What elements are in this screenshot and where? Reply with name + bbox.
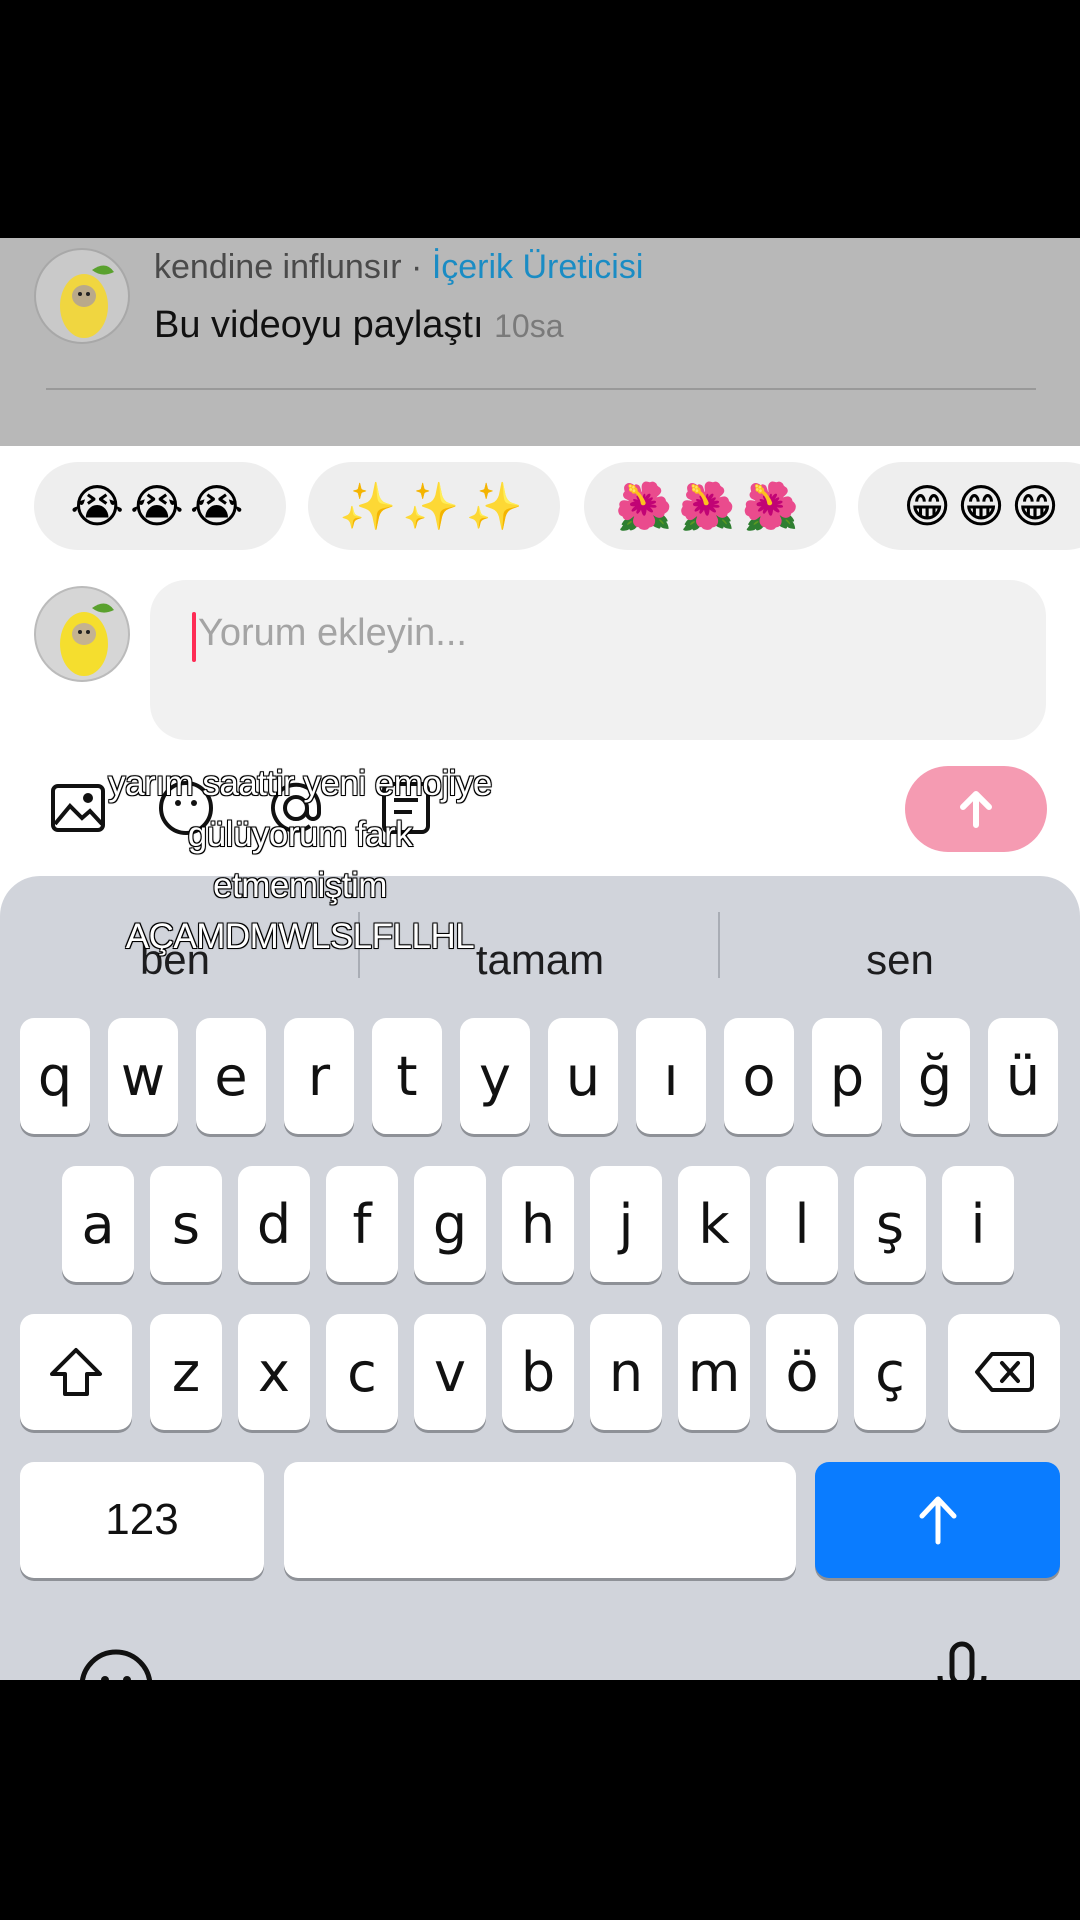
key[interactable]: e	[196, 1018, 266, 1134]
key[interactable]: l	[766, 1166, 838, 1282]
video-caption-overlay: yarım saattir yeni emojiye gülüyorum far…	[30, 758, 570, 962]
key[interactable]: s	[150, 1166, 222, 1282]
key[interactable]: b	[502, 1314, 574, 1430]
key[interactable]: c	[326, 1314, 398, 1430]
lemon-avatar-icon	[60, 265, 114, 338]
key[interactable]: x	[238, 1314, 310, 1430]
key[interactable]: k	[678, 1166, 750, 1282]
caption-line: AÇAMDMWLSLFLLHL	[125, 916, 475, 956]
top-letterbox	[0, 0, 1080, 238]
key[interactable]: u	[548, 1018, 618, 1134]
shift-key[interactable]	[20, 1314, 132, 1430]
numbers-key[interactable]: 123	[20, 1462, 264, 1578]
space-key[interactable]	[284, 1462, 796, 1578]
key[interactable]: p	[812, 1018, 882, 1134]
share-action-text: Bu videoyu paylaştı	[154, 304, 484, 346]
send-arrow-icon	[960, 791, 992, 828]
caption-line: gülüyorum fark	[187, 814, 413, 854]
key[interactable]: r	[284, 1018, 354, 1134]
divider	[46, 388, 1036, 390]
shift-icon	[50, 1348, 102, 1396]
key[interactable]: ı	[636, 1018, 706, 1134]
bottom-letterbox	[0, 1680, 1080, 1920]
return-arrow-icon	[919, 1496, 956, 1545]
key[interactable]: q	[20, 1018, 90, 1134]
key[interactable]: ç	[854, 1314, 926, 1430]
key[interactable]: j	[590, 1166, 662, 1282]
key[interactable]: ö	[766, 1314, 838, 1430]
key[interactable]: ü	[988, 1018, 1058, 1134]
return-key[interactable]	[815, 1462, 1060, 1578]
send-button[interactable]	[905, 766, 1047, 852]
key[interactable]: g	[414, 1166, 486, 1282]
lemon-avatar-icon	[60, 603, 114, 676]
key[interactable]: d	[238, 1166, 310, 1282]
key[interactable]: h	[502, 1166, 574, 1282]
keyboard: ben tamam sen q w e r t y u ı o p ğ ü a …	[0, 876, 1080, 1680]
comment-placeholder: Yorum ekleyin...	[198, 612, 467, 654]
key[interactable]: n	[590, 1314, 662, 1430]
key[interactable]: v	[414, 1314, 486, 1430]
key[interactable]: ğ	[900, 1018, 970, 1134]
key[interactable]: a	[62, 1166, 134, 1282]
app-screen: kendine influnsır · İçerik Üreticisi Bu …	[0, 238, 1080, 1680]
user-avatar	[34, 586, 130, 682]
creator-avatar[interactable]	[34, 248, 130, 344]
caption-line: yarım saattir yeni emojiye	[107, 763, 493, 803]
creator-username[interactable]: kendine influnsır	[154, 248, 402, 286]
quick-reactions: 😭😭😭 ✨✨✨ 🌺🌺🌺 😁😁😁	[0, 462, 1080, 552]
key[interactable]: f	[326, 1166, 398, 1282]
share-time: 10sa	[494, 308, 564, 344]
reaction-crying[interactable]: 😭😭😭	[34, 462, 286, 550]
text-caret	[192, 612, 196, 662]
comment-input[interactable]: Yorum ekleyin...	[150, 580, 1046, 740]
reaction-grinning[interactable]: 😁😁😁	[858, 462, 1080, 550]
suggestion-divider	[718, 912, 720, 978]
share-header: kendine influnsır · İçerik Üreticisi Bu …	[0, 238, 1080, 446]
backspace-key[interactable]	[948, 1314, 1060, 1430]
backspace-icon	[975, 1352, 1034, 1392]
key[interactable]: w	[108, 1018, 178, 1134]
share-text-row: Bu videoyu paylaştı 10sa	[154, 304, 563, 347]
key[interactable]: m	[678, 1314, 750, 1430]
emoji-keyboard-icon[interactable]	[76, 1646, 156, 1680]
reaction-hibiscus[interactable]: 🌺🌺🌺	[584, 462, 836, 550]
key[interactable]: t	[372, 1018, 442, 1134]
reaction-sparkles[interactable]: ✨✨✨	[308, 462, 560, 550]
key[interactable]: y	[460, 1018, 530, 1134]
key[interactable]: z	[150, 1314, 222, 1430]
microphone-icon[interactable]	[932, 1640, 992, 1680]
creator-role: İçerik Üreticisi	[431, 248, 644, 286]
caption-line: etmemiştim	[212, 865, 388, 905]
key[interactable]: i	[942, 1166, 1014, 1282]
suggestion-3[interactable]: sen	[735, 936, 1065, 984]
key[interactable]: o	[724, 1018, 794, 1134]
name-separator: ·	[401, 248, 432, 286]
key[interactable]: ş	[854, 1166, 926, 1282]
share-name-row: kendine influnsır · İçerik Üreticisi	[154, 248, 643, 287]
